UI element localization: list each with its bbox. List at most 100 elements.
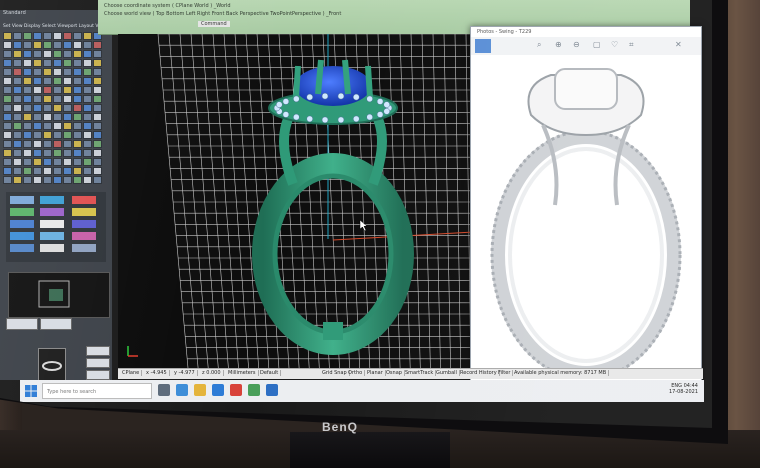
palette-swatch[interactable] [40,196,64,204]
tool-icon[interactable] [43,86,52,94]
tool-icon[interactable] [43,113,52,121]
tool-icon[interactable] [23,167,32,175]
tool-icon[interactable] [63,140,72,148]
close-icon[interactable]: ✕ [675,41,682,49]
palette-swatch[interactable] [10,244,34,252]
palette-swatch[interactable] [10,232,34,240]
palette-swatch[interactable] [40,232,64,240]
tool-icon[interactable] [13,176,22,184]
tool-icon[interactable] [13,167,22,175]
tool-icon[interactable] [53,158,62,166]
status-units[interactable]: Millimeters [226,370,259,376]
tool-icon[interactable] [13,86,22,94]
tool-icon[interactable] [3,68,12,76]
tool-icon[interactable] [63,113,72,121]
palette-swatch[interactable] [72,244,96,252]
tool-icon[interactable] [13,122,22,130]
tool-icon[interactable] [73,50,82,58]
tool-icon[interactable] [53,86,62,94]
tool-icon[interactable] [13,104,22,112]
palette-swatch[interactable] [72,208,96,216]
viewport-front[interactable] [118,34,510,368]
taskbar-search-input[interactable]: Type here to search [42,383,152,399]
tool-icon[interactable] [3,41,12,49]
tool-icon[interactable] [3,167,12,175]
file-explorer-icon[interactable] [194,384,206,396]
tool-icon[interactable] [33,32,42,40]
photos-active-tool[interactable] [475,39,491,53]
tool-icon[interactable] [3,113,12,121]
palette-swatch[interactable] [72,220,96,228]
tool-icon[interactable] [43,59,52,67]
tool-icon[interactable] [73,113,82,121]
tool-icon[interactable] [13,41,22,49]
tool-icon[interactable] [93,77,102,85]
tool-icon[interactable] [23,41,32,49]
tool-icon[interactable] [3,59,12,67]
tool-icon[interactable] [53,41,62,49]
tool-icon[interactable] [33,167,42,175]
tool-icon[interactable] [23,104,32,112]
tool-icon[interactable] [73,32,82,40]
tool-icon[interactable] [73,41,82,49]
rhino-app-icon[interactable] [248,384,260,396]
status-filter[interactable]: Filter [496,370,514,376]
zoom-out-icon[interactable]: ⊖ [573,41,580,49]
tool-icon[interactable] [83,86,92,94]
tool-icon[interactable] [53,104,62,112]
tool-icon[interactable] [43,68,52,76]
tool-icon[interactable] [83,104,92,112]
chrome-icon[interactable] [230,384,242,396]
tool-icon[interactable] [43,50,52,58]
tool-icon[interactable] [93,86,102,94]
tool-icon[interactable] [43,41,52,49]
tool-icon[interactable] [3,86,12,94]
tool-icon[interactable] [93,131,102,139]
tool-icon[interactable] [33,176,42,184]
tool-icon[interactable] [83,41,92,49]
tool-icon[interactable] [13,50,22,58]
tool-icon[interactable] [53,95,62,103]
panel-button[interactable] [86,358,110,368]
tool-icon[interactable] [83,149,92,157]
palette-swatch[interactable] [40,244,64,252]
tool-icon[interactable] [3,140,12,148]
tool-icon[interactable] [53,50,62,58]
tool-icon[interactable] [3,104,12,112]
tool-icon[interactable] [3,149,12,157]
photos-app-icon[interactable] [266,384,278,396]
status-cplane[interactable]: CPlane [120,370,143,376]
palette-swatch[interactable] [40,220,64,228]
tool-icon[interactable] [43,149,52,157]
tool-icon[interactable] [93,140,102,148]
palette-swatch[interactable] [10,220,34,228]
tool-icon[interactable] [33,104,42,112]
tool-icon[interactable] [83,59,92,67]
tool-icon[interactable] [53,32,62,40]
tool-icon[interactable] [53,113,62,121]
tool-icon[interactable] [13,95,22,103]
tool-icon[interactable] [83,77,92,85]
tool-icon[interactable] [53,68,62,76]
status-planar[interactable]: Planar [365,370,386,376]
tool-icon[interactable] [3,50,12,58]
tool-icon[interactable] [23,50,32,58]
tool-icon[interactable] [43,77,52,85]
status-ortho[interactable]: Ortho [346,370,366,376]
tool-icon[interactable] [83,122,92,130]
tool-icon[interactable] [3,95,12,103]
tool-icon[interactable] [73,95,82,103]
tool-icon[interactable] [23,77,32,85]
tool-icon[interactable] [83,158,92,166]
tool-icon[interactable] [93,104,102,112]
status-layer[interactable]: Default [258,370,282,376]
tool-icon[interactable] [23,86,32,94]
tool-icon[interactable] [23,68,32,76]
tool-icon[interactable] [63,158,72,166]
status-gumball[interactable]: Gumball [434,370,460,376]
tool-icon[interactable] [83,32,92,40]
palette-swatch[interactable] [72,196,96,204]
tool-icon[interactable] [93,59,102,67]
tool-icon[interactable] [23,122,32,130]
tool-icon[interactable] [63,59,72,67]
